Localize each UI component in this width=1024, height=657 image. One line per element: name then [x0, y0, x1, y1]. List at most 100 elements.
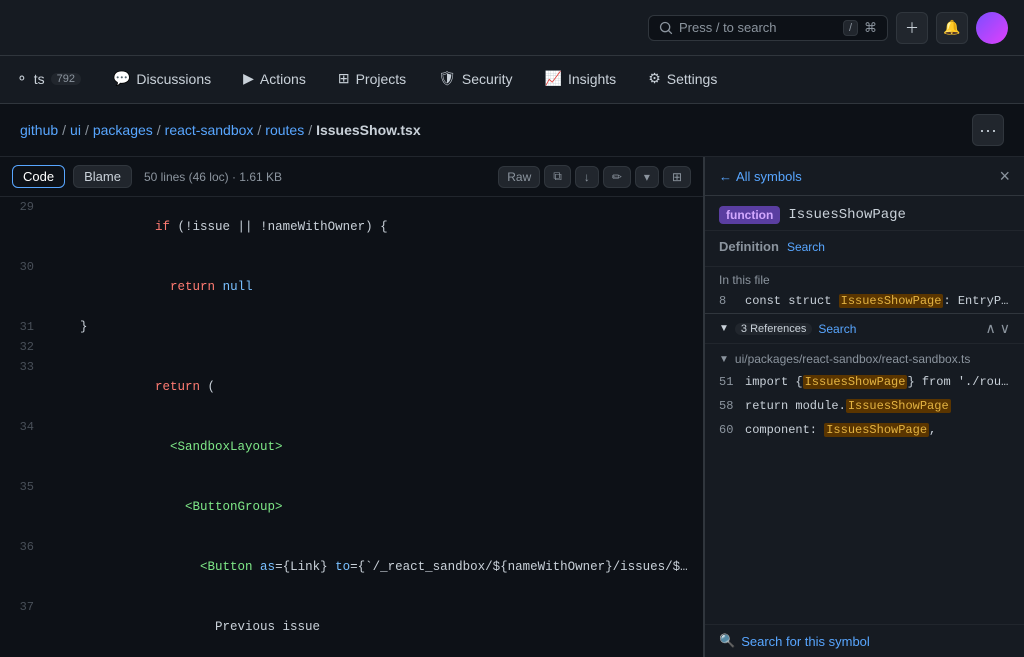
- sep5: /: [308, 122, 312, 138]
- close-symbol-panel-button[interactable]: ×: [999, 167, 1010, 185]
- references-search[interactable]: Search: [818, 322, 856, 336]
- breadcrumb-react-sandbox[interactable]: react-sandbox: [165, 122, 254, 138]
- code-line-36: 36 <Button as={Link} to={`/_react_sandbo…: [0, 537, 703, 597]
- breadcrumb-filename: IssuesShow.tsx: [316, 122, 421, 138]
- expand-button[interactable]: ⊞: [663, 166, 691, 188]
- ref-line-51[interactable]: 51 import {IssuesShowPage} from './route…: [705, 370, 1024, 394]
- def-line-num: 8: [719, 294, 737, 308]
- ref-file-header[interactable]: ▼ ui/packages/react-sandbox/react-sandbo…: [705, 348, 1024, 370]
- avatar-image: [976, 12, 1008, 44]
- nav-tabs: ⚬ ts 792 💬 Discussions ▶ Actions ⊞ Proje…: [0, 56, 1024, 104]
- code-line-33: 33 return (: [0, 357, 703, 417]
- symbol-panel: ← All symbols × function IssuesShowPage …: [704, 157, 1024, 657]
- ref-code-58: return module.IssuesShowPage: [745, 399, 951, 413]
- issues-icon: ⚬: [16, 70, 28, 87]
- issues-badge: 792: [51, 73, 81, 85]
- in-this-file-label: In this file: [705, 267, 1024, 289]
- more-code-button[interactable]: ▾: [635, 166, 659, 188]
- code-line-32: 32: [0, 337, 703, 357]
- copy-button[interactable]: ⧉: [544, 165, 571, 188]
- code-line-35: 35 <ButtonGroup>: [0, 477, 703, 537]
- sep2: /: [85, 122, 89, 138]
- breadcrumb-bar: github / ui / packages / react-sandbox /…: [0, 104, 1024, 157]
- def-suffix: : EntryPointCom...: [943, 294, 1010, 308]
- discussions-icon: 💬: [113, 70, 130, 87]
- back-arrow-icon: ←: [719, 169, 732, 184]
- code-editor[interactable]: 29 if (!issue || !nameWithOwner) { 30 re…: [0, 197, 703, 657]
- security-label: Security: [462, 71, 513, 87]
- breadcrumb-ui[interactable]: ui: [70, 122, 81, 138]
- symbol-header: ← All symbols ×: [705, 157, 1024, 196]
- notification-button[interactable]: 🔔: [936, 12, 968, 44]
- more-options-button[interactable]: ···: [972, 114, 1004, 146]
- references-section: ▼ 3 References Search ∧ ∨ ▼ ui/packages/…: [705, 313, 1024, 446]
- tab-actions[interactable]: ▶ Actions: [227, 56, 322, 103]
- sep3: /: [157, 122, 161, 138]
- download-button[interactable]: ↓: [575, 166, 599, 188]
- breadcrumb: github / ui / packages / react-sandbox /…: [20, 122, 421, 138]
- edit-icon: ✏: [612, 170, 622, 184]
- projects-icon: ⊞: [338, 70, 350, 87]
- projects-label: Projects: [356, 71, 407, 87]
- main-content: Code Blame 50 lines (46 loc) · 1.61 KB R…: [0, 157, 1024, 657]
- breadcrumb-packages[interactable]: packages: [93, 122, 153, 138]
- code-line-29: 29 if (!issue || !nameWithOwner) {: [0, 197, 703, 257]
- references-header[interactable]: ▼ 3 References Search ∧ ∨: [705, 314, 1024, 344]
- tab-security[interactable]: 🛡 Security: [422, 56, 528, 103]
- ref-num-58: 58: [719, 399, 737, 413]
- definition-section: Definition Search: [705, 231, 1024, 267]
- code-meta: 50 lines (46 loc) · 1.61 KB: [144, 170, 282, 184]
- actions-label: Actions: [260, 71, 306, 87]
- symbol-name: IssuesShowPage: [788, 207, 906, 223]
- plus-button[interactable]: ＋: [896, 12, 928, 44]
- edit-button[interactable]: ✏: [603, 166, 631, 188]
- tab-discussions[interactable]: 💬 Discussions: [97, 56, 227, 103]
- symbol-title: function IssuesShowPage: [705, 196, 1024, 231]
- security-icon: 🛡: [438, 70, 456, 87]
- tab-issues[interactable]: ⚬ ts 792: [0, 56, 97, 103]
- def-code: const struct IssuesShowPage: EntryPointC…: [745, 294, 1010, 308]
- insights-icon: 📈: [545, 70, 562, 87]
- ref-prev-arrow[interactable]: ∧: [986, 320, 996, 337]
- search-icon: [659, 21, 673, 35]
- code-panel: Code Blame 50 lines (46 loc) · 1.61 KB R…: [0, 157, 704, 657]
- avatar[interactable]: [976, 12, 1008, 44]
- search-bar[interactable]: Press / to search / ⌘: [648, 15, 888, 41]
- def-highlight: IssuesShowPage: [839, 294, 944, 308]
- ref-code-51: import {IssuesShowPage} from './routes/I…: [745, 375, 1010, 389]
- search-symbol-footer[interactable]: 🔍 Search for this symbol: [705, 624, 1024, 657]
- definition-code-ref[interactable]: 8 const struct IssuesShowPage: EntryPoin…: [705, 289, 1024, 313]
- back-label: All symbols: [736, 169, 802, 184]
- plus-icon: ＋: [905, 18, 919, 38]
- tab-insights[interactable]: 📈 Insights: [529, 56, 633, 103]
- search-placeholder: Press / to search: [679, 20, 777, 35]
- sep1: /: [62, 122, 66, 138]
- breadcrumb-routes[interactable]: routes: [265, 122, 304, 138]
- tab-settings[interactable]: ⚙ Settings: [632, 56, 733, 103]
- ref-file-group: ▼ ui/packages/react-sandbox/react-sandbo…: [705, 344, 1024, 446]
- breadcrumb-github[interactable]: github: [20, 122, 58, 138]
- search-symbol-label: Search for this symbol: [741, 634, 870, 649]
- code-actions: Raw ⧉ ↓ ✏ ▾ ⊞: [498, 165, 691, 188]
- blame-tab-button[interactable]: Blame: [73, 165, 132, 188]
- code-line-37: 37 Previous issue: [0, 597, 703, 657]
- chevron-down-icon: ▼: [719, 323, 729, 334]
- ref-code-60: component: IssuesShowPage,: [745, 423, 936, 437]
- code-tab-button[interactable]: Code: [12, 165, 65, 188]
- settings-label: Settings: [667, 71, 718, 87]
- ref-num-51: 51: [719, 375, 737, 389]
- tab-projects[interactable]: ⊞ Projects: [322, 56, 422, 103]
- raw-button[interactable]: Raw: [498, 166, 540, 188]
- back-to-symbols-link[interactable]: ← All symbols: [719, 169, 802, 184]
- search-footer-icon: 🔍: [719, 633, 735, 649]
- def-prefix: const struct: [745, 294, 839, 308]
- sep4: /: [257, 122, 261, 138]
- definition-search[interactable]: Search: [787, 240, 825, 254]
- insights-label: Insights: [568, 71, 616, 87]
- ref-line-58[interactable]: 58 return module.IssuesShowPage: [705, 394, 1024, 418]
- ref-next-arrow[interactable]: ∨: [1000, 320, 1010, 337]
- search-kbd: /: [843, 20, 858, 36]
- ref-line-60[interactable]: 60 component: IssuesShowPage,: [705, 418, 1024, 442]
- code-line-30: 30 return null: [0, 257, 703, 317]
- discussions-label: Discussions: [136, 71, 211, 87]
